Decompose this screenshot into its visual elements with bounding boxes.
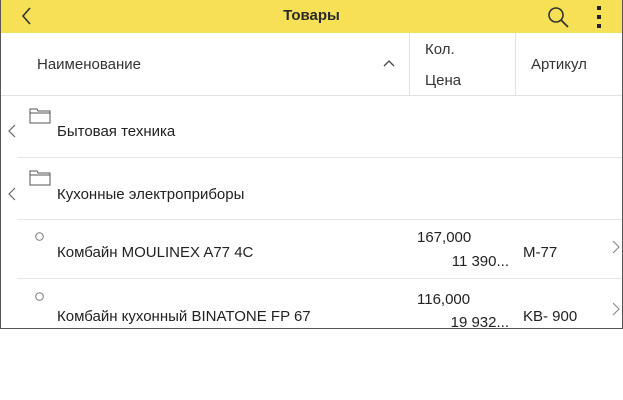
column-price-header[interactable]: Цена xyxy=(425,72,461,89)
item-article: KB- 900 xyxy=(523,308,578,325)
page-title: Товары xyxy=(283,7,340,24)
item-row[interactable]: Комбайн MOULINEX A77 4C 167,000 11 390..… xyxy=(1,220,622,279)
column-divider xyxy=(409,33,410,95)
item-qty: 167,000 xyxy=(417,229,472,246)
column-name-header[interactable]: Наименование xyxy=(37,56,141,73)
group-label: Кухонные электроприборы xyxy=(57,186,245,203)
chevron-left-icon[interactable] xyxy=(7,186,17,202)
title-bar: Товары xyxy=(1,0,622,33)
group-row-kitchen[interactable]: Кухонные электроприборы xyxy=(1,158,622,220)
search-button[interactable] xyxy=(545,4,571,30)
folder-icon xyxy=(29,108,51,124)
radio-icon[interactable] xyxy=(35,292,44,301)
chevron-right-icon[interactable] xyxy=(612,302,620,316)
radio-icon[interactable] xyxy=(35,232,44,241)
item-row[interactable]: Комбайн кухонный BINATONE FP 67 116,000 … xyxy=(1,279,622,329)
item-price: 19 932... xyxy=(450,314,509,329)
item-name: Комбайн MOULINEX A77 4C xyxy=(57,244,254,261)
table-header: Наименование Кол. Цена Артикул xyxy=(1,33,622,96)
item-price: 11 390... xyxy=(451,253,509,270)
group-label: Бытовая техника xyxy=(57,123,176,140)
products-screen: Товары Наименование Кол. Цена Артикул Бы… xyxy=(0,0,623,329)
more-menu-button[interactable] xyxy=(592,3,606,31)
column-qty-header[interactable]: Кол. xyxy=(425,41,455,58)
item-qty: 116,000 xyxy=(417,291,471,308)
column-divider xyxy=(515,33,516,95)
item-article: M-77 xyxy=(523,244,558,261)
group-row-household[interactable]: Бытовая техника xyxy=(1,96,622,158)
sort-ascending-icon[interactable] xyxy=(382,57,396,69)
folder-icon xyxy=(29,170,51,186)
chevron-right-icon[interactable] xyxy=(612,240,620,254)
more-vertical-icon xyxy=(597,6,601,28)
chevron-left-icon[interactable] xyxy=(7,123,17,139)
column-article-header[interactable]: Артикул xyxy=(531,56,587,73)
search-icon xyxy=(548,7,569,28)
item-name: Комбайн кухонный BINATONE FP 67 xyxy=(57,308,311,325)
